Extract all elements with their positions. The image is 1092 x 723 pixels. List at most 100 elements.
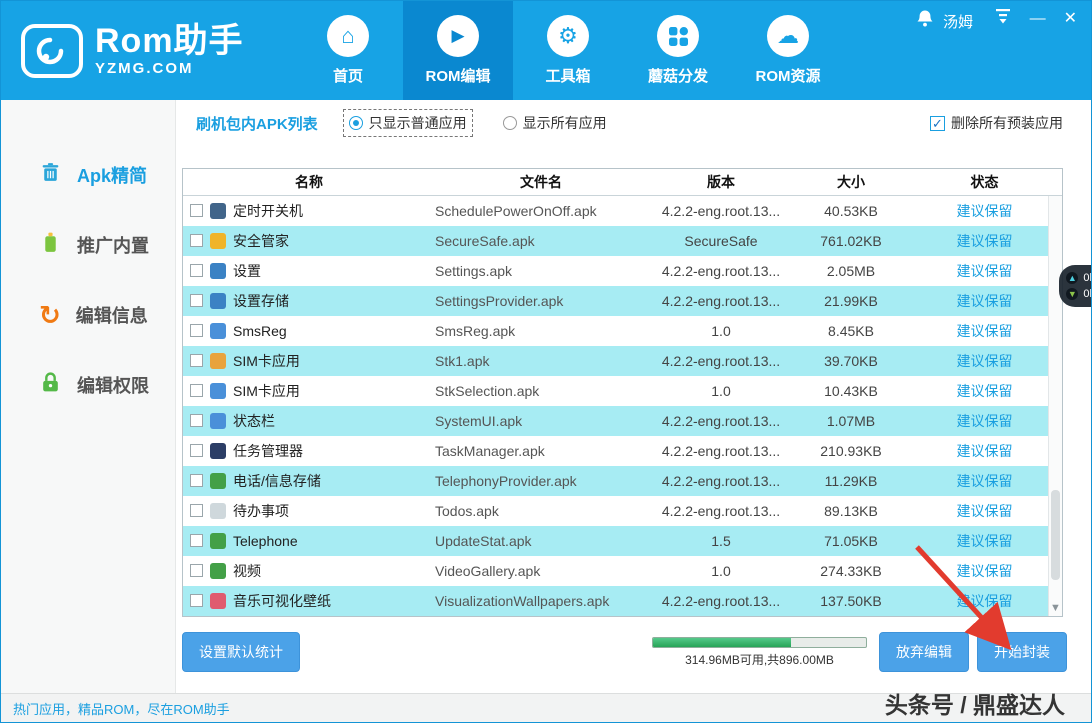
- promo-text: 热门应用，精品ROM，尽在ROM助手: [13, 699, 230, 718]
- status-badge: 建议保留: [907, 346, 1062, 376]
- sidebar-item-apk-trim[interactable]: Apk精简: [1, 140, 175, 210]
- status-badge: 建议保留: [907, 316, 1062, 346]
- app-name: 待办事项: [233, 501, 289, 521]
- sidebar-item-edit-permissions[interactable]: 编辑权限: [1, 350, 175, 420]
- main-panel: 刷机包内APK列表 只显示普通应用 显示所有应用 ✓ 删除所有预装应用: [176, 100, 1091, 693]
- table-row[interactable]: 设置Settings.apk4.2.2-eng.root.13...2.05MB…: [183, 256, 1062, 286]
- row-checkbox[interactable]: [190, 504, 203, 517]
- size: 274.33KB: [795, 556, 907, 586]
- app-icon: [210, 593, 226, 609]
- home-icon: ⌂: [327, 15, 369, 57]
- tab-rom-edit[interactable]: ▶ ROM编辑: [403, 1, 513, 100]
- app-icon: [210, 473, 226, 489]
- upload-arrow-icon: ▲: [1066, 272, 1078, 284]
- table-row[interactable]: SIM卡应用Stk1.apk4.2.2-eng.root.13...39.70K…: [183, 346, 1062, 376]
- app-name: 电话/信息存储: [233, 471, 321, 491]
- table-row[interactable]: SIM卡应用StkSelection.apk1.010.43KB建议保留: [183, 376, 1062, 406]
- column-header-name[interactable]: 名称: [183, 169, 435, 195]
- table-header-row: 名称 文件名 版本 大小 状态: [183, 169, 1062, 195]
- table-row[interactable]: 视频VideoGallery.apk1.0274.33KB建议保留: [183, 556, 1062, 586]
- row-checkbox[interactable]: [190, 354, 203, 367]
- tab-mushroom-distribute[interactable]: 蘑菇分发: [623, 1, 733, 100]
- radio-show-normal-apps[interactable]: 只显示普通应用: [344, 110, 472, 136]
- column-header-size[interactable]: 大小: [795, 169, 907, 195]
- app-icon: [210, 353, 226, 369]
- file-name: VisualizationWallpapers.apk: [435, 586, 647, 616]
- row-checkbox[interactable]: [190, 264, 203, 277]
- row-checkbox[interactable]: [190, 234, 203, 247]
- size: 39.70KB: [795, 346, 907, 376]
- minimize-button[interactable]: —: [1030, 10, 1046, 28]
- menu-icon[interactable]: [994, 9, 1012, 29]
- app-icon: [210, 413, 226, 429]
- table-row[interactable]: 电话/信息存储TelephonyProvider.apk4.2.2-eng.ro…: [183, 466, 1062, 496]
- version: 4.2.2-eng.root.13...: [647, 436, 795, 466]
- table-row[interactable]: 音乐可视化壁纸VisualizationWallpapers.apk4.2.2-…: [183, 586, 1062, 616]
- row-checkbox[interactable]: [190, 384, 203, 397]
- table-row[interactable]: 安全管家SecureSafe.apkSecureSafe761.02KB建议保留: [183, 226, 1062, 256]
- sidebar: Apk精简 推广内置 ↻ 编辑信息: [1, 100, 176, 693]
- tab-home[interactable]: ⌂ 首页: [293, 1, 403, 100]
- column-header-status[interactable]: 状态: [907, 169, 1062, 195]
- app-icon: [210, 383, 226, 399]
- table-row[interactable]: TelephoneUpdateStat.apk1.571.05KB建议保留: [183, 526, 1062, 556]
- file-name: TaskManager.apk: [435, 436, 647, 466]
- cloud-icon: ☁: [767, 15, 809, 57]
- version: 1.5: [647, 526, 795, 556]
- size: 11.29KB: [795, 466, 907, 496]
- sidebar-item-edit-info[interactable]: ↻ 编辑信息: [1, 280, 175, 350]
- row-checkbox[interactable]: [190, 414, 203, 427]
- table-scrollbar[interactable]: ▼: [1048, 196, 1062, 616]
- file-name: Settings.apk: [435, 256, 647, 286]
- table-row[interactable]: 设置存储SettingsProvider.apk4.2.2-eng.root.1…: [183, 286, 1062, 316]
- apk-list-toolbar: 刷机包内APK列表 只显示普通应用 显示所有应用 ✓ 删除所有预装应用: [176, 100, 1091, 146]
- row-checkbox[interactable]: [190, 534, 203, 547]
- row-checkbox[interactable]: [190, 294, 203, 307]
- row-checkbox[interactable]: [190, 564, 203, 577]
- table-row[interactable]: 任务管理器 TaskManager.apk4.2.2-eng.root.13...…: [183, 436, 1062, 466]
- radio-show-all-apps[interactable]: 显示所有应用: [498, 110, 612, 136]
- checkbox-delete-preinstalled[interactable]: ✓ 删除所有预装应用: [930, 113, 1063, 133]
- app-name: Telephone: [233, 533, 298, 549]
- table-row[interactable]: 定时开关机SchedulePowerOnOff.apk4.2.2-eng.roo…: [183, 195, 1062, 226]
- scroll-down-icon[interactable]: ▼: [1049, 602, 1062, 614]
- row-checkbox[interactable]: [190, 204, 203, 217]
- close-button[interactable]: ✕: [1064, 10, 1077, 28]
- discard-edit-button[interactable]: 放弃编辑: [879, 632, 969, 672]
- set-default-stats-button[interactable]: 设置默认统计: [182, 632, 300, 672]
- size: 21.99KB: [795, 286, 907, 316]
- table-row[interactable]: SmsRegSmsReg.apk1.08.45KB建议保留: [183, 316, 1062, 346]
- network-speed-widget[interactable]: ▲ 0k ▼ 0k: [1059, 265, 1092, 307]
- version: 4.2.2-eng.root.13...: [647, 406, 795, 436]
- size: 71.05KB: [795, 526, 907, 556]
- app-name: 安全管家: [233, 231, 289, 251]
- app-icon: [210, 263, 226, 279]
- row-checkbox[interactable]: [190, 594, 203, 607]
- file-name: Stk1.apk: [435, 346, 647, 376]
- app-name: 任务管理器: [233, 441, 303, 461]
- play-icon: ▶: [437, 15, 479, 57]
- status-badge: 建议保留: [907, 286, 1062, 316]
- tab-toolbox[interactable]: ⚙ 工具箱: [513, 1, 623, 100]
- lock-icon: [39, 371, 62, 399]
- row-checkbox[interactable]: [190, 324, 203, 337]
- table-row[interactable]: 待办事项Todos.apk4.2.2-eng.root.13...89.13KB…: [183, 496, 1062, 526]
- username: 汤姆: [943, 11, 973, 32]
- refresh-icon: ↻: [39, 304, 61, 326]
- sidebar-item-promote-builtin[interactable]: 推广内置: [1, 210, 175, 280]
- scrollbar-thumb[interactable]: [1051, 490, 1060, 580]
- file-name: SystemUI.apk: [435, 406, 647, 436]
- status-badge: 建议保留: [907, 496, 1062, 526]
- app-icon: [210, 293, 226, 309]
- start-package-button[interactable]: 开始封装: [977, 632, 1067, 672]
- app-name: 音乐可视化壁纸: [233, 591, 331, 611]
- app-icon: [210, 443, 226, 459]
- tab-rom-resources[interactable]: ☁ ROM资源: [733, 1, 843, 100]
- column-header-file[interactable]: 文件名: [435, 169, 647, 195]
- row-checkbox[interactable]: [190, 444, 203, 457]
- row-checkbox[interactable]: [190, 474, 203, 487]
- user-account[interactable]: 汤姆: [915, 9, 973, 33]
- table-row[interactable]: 状态栏SystemUI.apk4.2.2-eng.root.13...1.07M…: [183, 406, 1062, 436]
- column-header-version[interactable]: 版本: [647, 169, 795, 195]
- app-name: 定时开关机: [233, 201, 303, 221]
